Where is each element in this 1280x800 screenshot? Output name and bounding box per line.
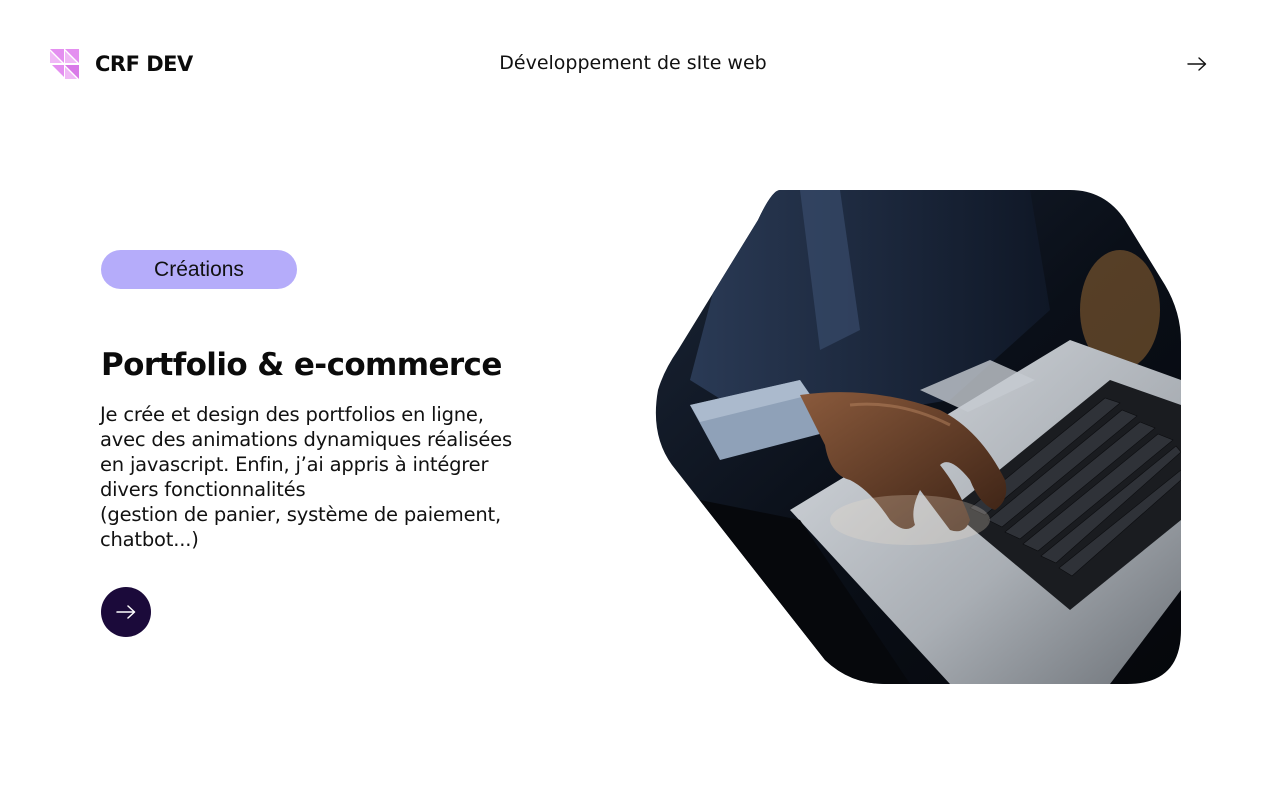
cta-arrow-button[interactable]	[101, 587, 151, 637]
header-next-button[interactable]	[1186, 53, 1208, 75]
category-tag: Créations	[101, 250, 297, 289]
hero-image	[650, 190, 1181, 684]
hero-laptop-illustration	[655, 190, 1181, 684]
description-line: en javascript. Enfin, j’ai appris à inté…	[100, 453, 489, 476]
header-tagline: Développement de sIte web	[0, 50, 1280, 76]
page-title: Portfolio & e-commerce	[101, 347, 502, 383]
description-line: chatbot...)	[100, 528, 199, 551]
description-line: divers fonctionnalités	[100, 478, 306, 501]
arrow-right-icon	[116, 605, 136, 619]
category-tag-label: Créations	[154, 257, 244, 281]
arrow-right-icon	[1187, 57, 1207, 71]
description-line: Je crée et design des portfolios en lign…	[100, 403, 484, 426]
header-tagline-text: Développement de sIte web	[499, 52, 767, 74]
site-header: CRF DEV Développement de sIte web	[0, 0, 1280, 126]
description-line: avec des animations dynamiques réalisées	[100, 428, 512, 451]
description: Je crée et design des portfolios en lign…	[100, 402, 580, 552]
description-line: (gestion de panier, système de paiement,	[100, 503, 501, 526]
